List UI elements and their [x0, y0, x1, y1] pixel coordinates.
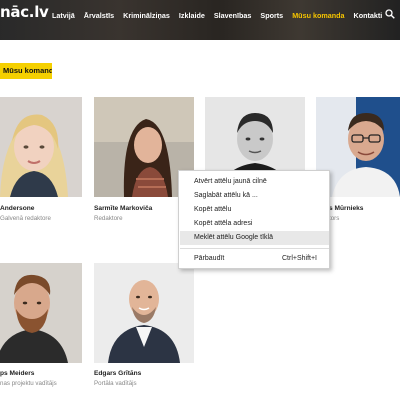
team-member-role: nas projektu vadītājs: [0, 380, 57, 387]
menu-item-open-image-new-tab[interactable]: Atvērt attēlu jaunā cilnē: [180, 175, 329, 189]
nav-item-musu-komanda[interactable]: Mūsu komanda: [292, 11, 344, 20]
site-header: nāc.lv Latvijā Ārvalstīs Kriminālziņas I…: [0, 0, 400, 40]
nav-item-kontakti[interactable]: Kontakti: [354, 11, 383, 20]
nav-item-izklaide[interactable]: Izklaide: [179, 11, 205, 20]
team-member-role: Portāla vadītājs: [94, 380, 137, 387]
nav-item-slavenibas[interactable]: Slavenības: [214, 11, 252, 20]
menu-item-copy-image-address[interactable]: Kopēt attēla adresi: [180, 217, 329, 231]
team-photo[interactable]: [94, 263, 194, 363]
team-member-name: ps Meiders: [0, 370, 35, 377]
image-context-menu: Atvērt attēlu jaunā cilnē Saglabāt attēl…: [178, 170, 330, 269]
team-photo[interactable]: [0, 263, 82, 363]
team-member-role: Redaktore: [94, 215, 123, 222]
team-member-role: tors: [329, 215, 340, 222]
team-photo-bald-man-suit: [94, 263, 194, 363]
site-logo[interactable]: nāc.lv: [0, 3, 49, 21]
section-title: Mūsu komanda: [3, 66, 52, 75]
menu-item-save-image-as[interactable]: Saglabāt attēlu kā ...: [180, 189, 329, 203]
search-icon[interactable]: [385, 9, 395, 19]
menu-item-inspect-shortcut: Ctrl+Shift+I: [281, 255, 317, 262]
nav-item-latvija[interactable]: Latvijā: [52, 11, 75, 20]
menu-item-search-google-image[interactable]: Meklēt attēlu Google tīklā: [180, 231, 329, 245]
team-member-role: Galvenā redaktore: [0, 215, 51, 222]
nav-item-kriminalzinas[interactable]: Kriminālziņas: [123, 11, 170, 20]
nav-item-sports[interactable]: Sports: [260, 11, 283, 20]
team-photo[interactable]: [0, 97, 82, 197]
menu-item-copy-image[interactable]: Kopēt attēlu: [180, 203, 329, 217]
menu-item-inspect[interactable]: Pārbaudīt Ctrl+Shift+I: [180, 252, 329, 266]
menu-separator: [180, 248, 329, 249]
team-member-name: Sarmīte Markoviča: [94, 205, 153, 212]
section-title-tag: Mūsu komanda: [0, 63, 52, 79]
team-member-name: Edgars Grītāns: [94, 370, 142, 377]
team-member-name: Andersone: [0, 205, 35, 212]
main-nav: Latvijā Ārvalstīs Kriminālziņas Izklaide…: [52, 8, 391, 22]
team-photo-blonde-woman: [0, 97, 82, 197]
team-member-name: s Mūrnieks: [329, 205, 364, 212]
team-photo-bearded-man: [0, 263, 82, 363]
menu-item-inspect-label: Pārbaudīt: [194, 255, 225, 262]
nav-item-arvalstis[interactable]: Ārvalstīs: [84, 11, 114, 20]
